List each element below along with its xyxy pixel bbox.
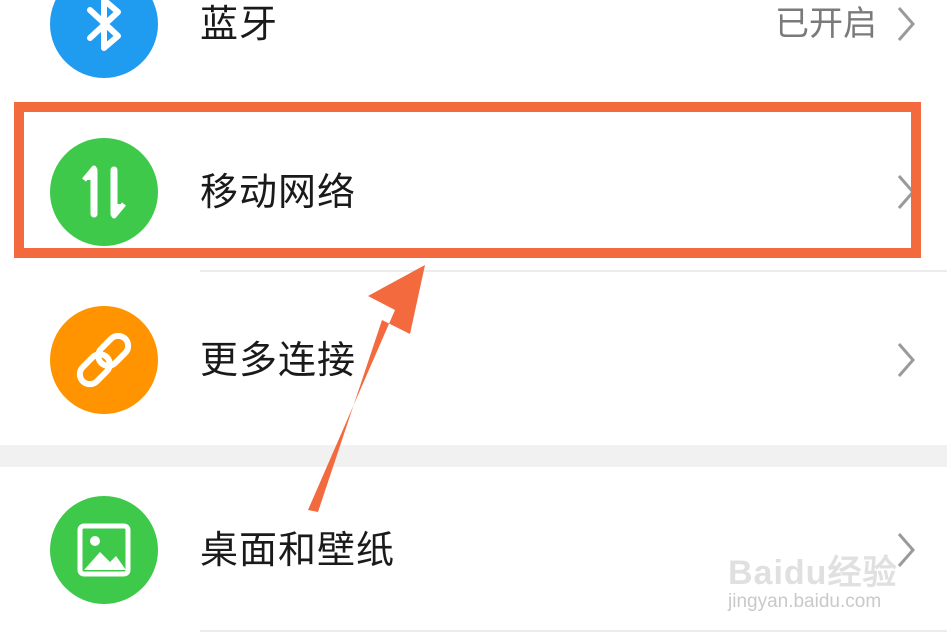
- bluetooth-status-text: 已开启: [775, 4, 877, 44]
- settings-item-label: 更多连接: [200, 338, 357, 382]
- settings-item-label: 移动网络: [200, 170, 357, 214]
- link-chain-icon: [50, 306, 158, 414]
- row-divider: [200, 270, 947, 272]
- settings-item-bluetooth[interactable]: 蓝牙 已开启: [0, 0, 947, 106]
- section-gap: [0, 445, 947, 467]
- chevron-right-icon: [897, 343, 915, 377]
- settings-item-label: 蓝牙: [200, 2, 279, 46]
- bluetooth-icon: [50, 0, 158, 78]
- settings-item-label: 桌面和壁纸: [200, 528, 396, 572]
- settings-item-desktop-wallpaper[interactable]: 桌面和壁纸: [0, 468, 947, 628]
- settings-item-more-connections[interactable]: 更多连接: [0, 280, 947, 440]
- settings-item-mobile-network[interactable]: 移动网络: [0, 112, 947, 272]
- chevron-right-icon: [897, 175, 915, 209]
- chevron-right-icon: [897, 533, 915, 567]
- chevron-right-icon: [897, 7, 915, 41]
- image-icon: [50, 496, 158, 604]
- row-divider: [200, 630, 947, 632]
- data-transfer-arrows-icon: [50, 138, 158, 246]
